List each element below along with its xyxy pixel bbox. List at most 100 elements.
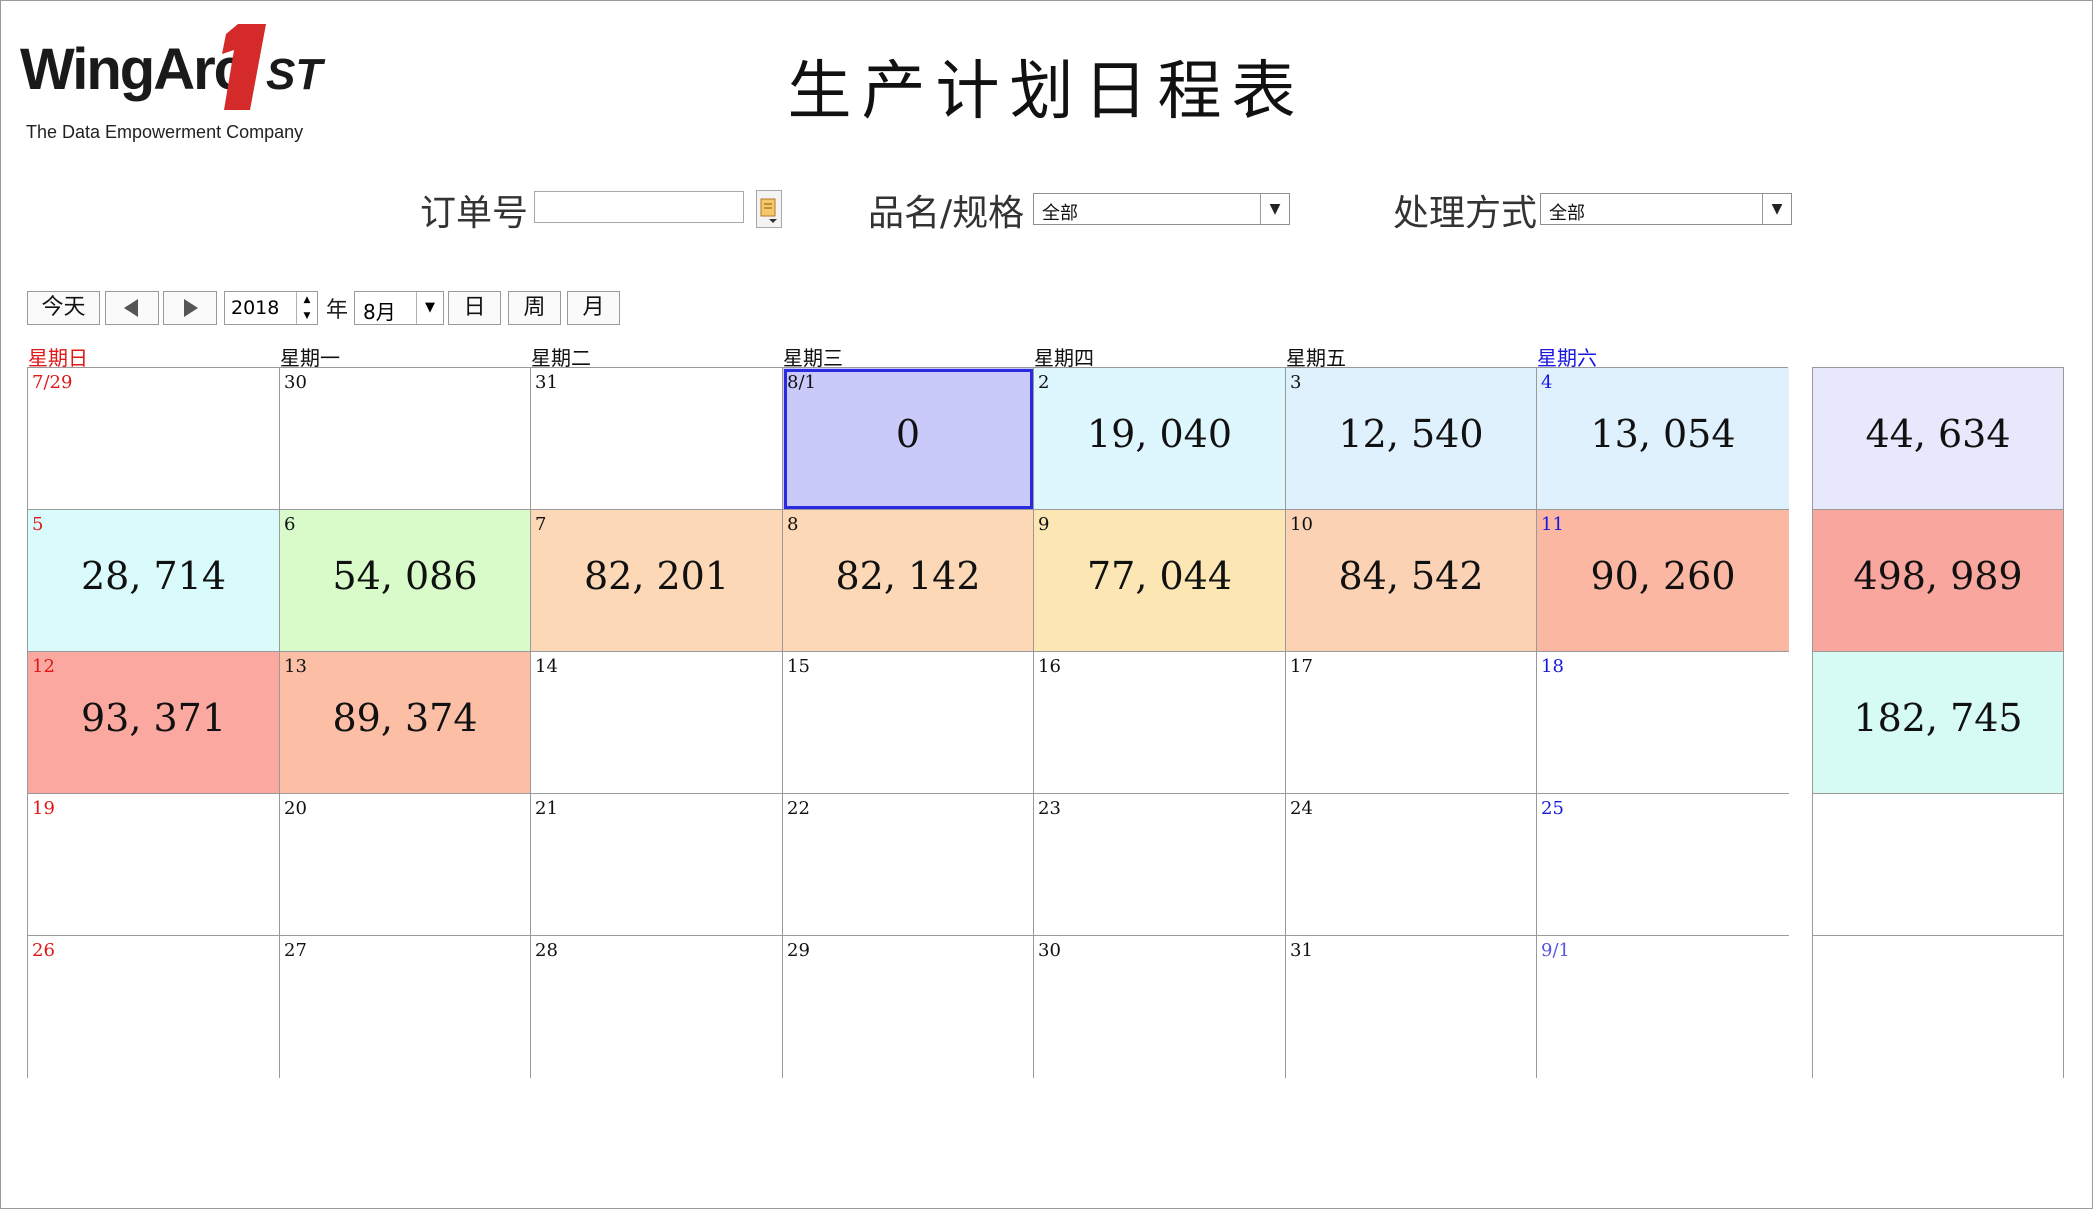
day-number: 18 bbox=[1541, 656, 1564, 677]
calendar-day-cell[interactable]: 9 77, 044 bbox=[1034, 510, 1286, 652]
week-view-button[interactable]: 周 bbox=[508, 291, 561, 325]
next-button[interactable] bbox=[163, 291, 217, 325]
day-number: 28 bbox=[535, 940, 558, 961]
day-number: 3 bbox=[1290, 372, 1302, 393]
day-quantity: 28, 714 bbox=[80, 554, 227, 598]
day-number: 14 bbox=[535, 656, 558, 677]
month-select[interactable]: 8月 ▼ bbox=[354, 291, 444, 325]
day-quantity: 82, 201 bbox=[583, 554, 730, 598]
calendar-day-cell[interactable]: 27 bbox=[280, 936, 531, 1078]
calendar-day-cell[interactable]: 2 19, 040 bbox=[1034, 368, 1286, 510]
day-number: 24 bbox=[1290, 798, 1313, 819]
calendar-day-cell[interactable]: 12 93, 371 bbox=[28, 652, 280, 794]
product-spec-select[interactable]: 全部 ▼ bbox=[1033, 193, 1290, 225]
day-number: 19 bbox=[32, 798, 55, 819]
day-number: 30 bbox=[1038, 940, 1061, 961]
day-number: 21 bbox=[535, 798, 558, 819]
day-number: 9 bbox=[1038, 514, 1050, 535]
triangle-left-icon bbox=[124, 299, 138, 317]
order-number-input[interactable] bbox=[534, 191, 744, 223]
prev-button[interactable] bbox=[105, 291, 159, 325]
triangle-right-icon bbox=[184, 299, 198, 317]
day-number: 31 bbox=[535, 372, 558, 393]
day-quantity: 54, 086 bbox=[332, 554, 478, 598]
calendar-day-cell[interactable]: 24 bbox=[1286, 794, 1537, 936]
calendar-day-cell[interactable]: 28 bbox=[531, 936, 783, 1078]
day-number: 25 bbox=[1541, 798, 1564, 819]
calendar-day-cell[interactable]: 19 bbox=[28, 794, 280, 936]
notepad-icon bbox=[760, 198, 777, 223]
day-number: 7/29 bbox=[32, 372, 73, 393]
day-number: 22 bbox=[787, 798, 810, 819]
calendar-day-cell[interactable]: 7/29 bbox=[28, 368, 280, 510]
day-number: 29 bbox=[787, 940, 810, 961]
calendar-day-cell[interactable]: 23 bbox=[1034, 794, 1286, 936]
calendar-day-cell[interactable]: 7 82, 201 bbox=[531, 510, 783, 652]
calendar-day-cell[interactable]: 5 28, 714 bbox=[28, 510, 280, 652]
product-spec-label: 品名/规格 bbox=[868, 193, 1025, 234]
day-number: 27 bbox=[284, 940, 307, 961]
month-view-button[interactable]: 月 bbox=[567, 291, 620, 325]
calendar-day-cell[interactable]: 13 89, 374 bbox=[280, 652, 531, 794]
calendar-day-cell[interactable]: 21 bbox=[531, 794, 783, 936]
calendar-day-cell[interactable]: 4 13, 054 bbox=[1537, 368, 1789, 510]
day-number: 5 bbox=[32, 514, 44, 535]
day-number: 12 bbox=[32, 656, 55, 677]
order-number-label: 订单号 bbox=[420, 193, 529, 234]
calendar-day-cell[interactable]: 30 bbox=[1034, 936, 1286, 1078]
day-quantity: 19, 040 bbox=[1086, 412, 1233, 456]
calendar-day-cell[interactable]: 31 bbox=[531, 368, 783, 510]
calendar-day-cell[interactable]: 30 bbox=[280, 368, 531, 510]
day-number: 10 bbox=[1290, 514, 1313, 535]
week-total-cell bbox=[1813, 936, 2063, 1078]
day-number: 13 bbox=[284, 656, 307, 677]
year-spinner[interactable]: 2018 ▲ ▼ bbox=[224, 291, 318, 325]
calendar-day-cell[interactable]: 15 bbox=[783, 652, 1034, 794]
day-number: 30 bbox=[284, 372, 307, 393]
week-total-cell bbox=[1813, 794, 2063, 936]
day-number: 4 bbox=[1541, 372, 1553, 393]
calendar-day-cell[interactable]: 8/1 0 bbox=[783, 368, 1034, 510]
day-number: 8 bbox=[787, 514, 799, 535]
day-number: 7 bbox=[535, 514, 547, 535]
calendar-day-cell[interactable]: 18 bbox=[1537, 652, 1789, 794]
chevron-down-icon[interactable]: ▼ bbox=[416, 292, 443, 324]
week-total-cell: 498, 989 bbox=[1813, 510, 2063, 652]
calendar-day-cell[interactable]: 26 bbox=[28, 936, 280, 1078]
chevron-down-icon[interactable]: ▼ bbox=[1260, 194, 1289, 224]
calendar-day-cell[interactable]: 17 bbox=[1286, 652, 1537, 794]
order-lookup-button[interactable] bbox=[756, 190, 782, 228]
calendar-day-cell[interactable]: 25 bbox=[1537, 794, 1789, 936]
calendar-day-cell[interactable]: 10 84, 542 bbox=[1286, 510, 1537, 652]
day-number: 2 bbox=[1038, 372, 1050, 393]
spin-arrows-icon[interactable]: ▲ ▼ bbox=[296, 292, 317, 324]
year-suffix: 年 bbox=[326, 298, 349, 323]
day-view-button[interactable]: 日 bbox=[448, 291, 501, 325]
calendar-day-cell[interactable]: 6 54, 086 bbox=[280, 510, 531, 652]
process-method-select[interactable]: 全部 ▼ bbox=[1540, 193, 1792, 225]
calendar-day-cell[interactable]: 3 12, 540 bbox=[1286, 368, 1537, 510]
calendar-day-cell[interactable]: 22 bbox=[783, 794, 1034, 936]
calendar-day-cell[interactable]: 9/1 bbox=[1537, 936, 1789, 1078]
day-number: 15 bbox=[787, 656, 810, 677]
today-button[interactable]: 今天 bbox=[27, 291, 100, 325]
chevron-down-icon[interactable]: ▼ bbox=[1762, 194, 1791, 224]
calendar-day-cell[interactable]: 14 bbox=[531, 652, 783, 794]
day-number: 11 bbox=[1541, 514, 1564, 535]
day-number: 31 bbox=[1290, 940, 1313, 961]
calendar-day-cell[interactable]: 8 82, 142 bbox=[783, 510, 1034, 652]
day-quantity: 93, 371 bbox=[80, 696, 227, 740]
calendar-day-cell[interactable]: 11 90, 260 bbox=[1537, 510, 1789, 652]
calendar-day-cell[interactable]: 31 bbox=[1286, 936, 1537, 1078]
day-quantity: 12, 540 bbox=[1338, 412, 1484, 456]
weekly-totals-column: 44, 634 498, 989 182, 745 bbox=[1812, 367, 2064, 1078]
week-total-value: 498, 989 bbox=[1853, 554, 2023, 598]
calendar-day-cell[interactable]: 29 bbox=[783, 936, 1034, 1078]
day-number: 16 bbox=[1038, 656, 1061, 677]
calendar-day-cell[interactable]: 20 bbox=[280, 794, 531, 936]
calendar-day-cell[interactable]: 16 bbox=[1034, 652, 1286, 794]
month-value: 8月 bbox=[363, 300, 396, 324]
process-method-value: 全部 bbox=[1549, 203, 1585, 224]
day-quantity: 89, 374 bbox=[332, 696, 478, 740]
day-quantity: 0 bbox=[895, 412, 921, 456]
